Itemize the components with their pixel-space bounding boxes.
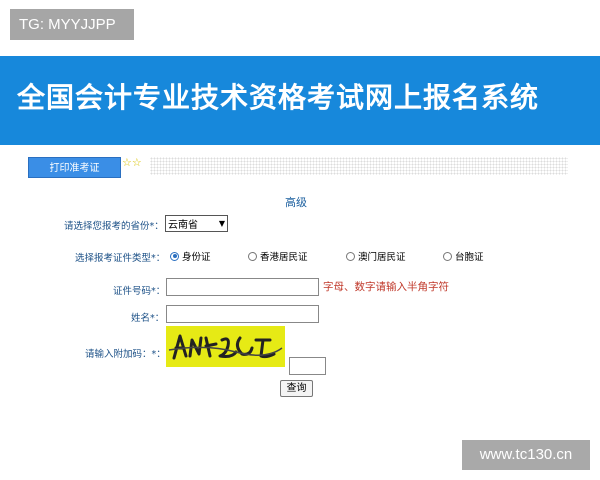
watermark-top: TG: MYYJJPP xyxy=(10,9,134,40)
id-type-label: 选择报考证件类型*： xyxy=(75,253,166,264)
radio-button[interactable] xyxy=(248,251,257,261)
watermark-bottom: www.tc130.cn xyxy=(462,440,590,470)
nav-row: 打印准考证 ☆☆ xyxy=(28,157,568,179)
level-title: 高级 xyxy=(285,196,307,209)
radio-id-card[interactable]: 身份证 xyxy=(170,249,211,263)
province-select[interactable]: 云南省 ▼ xyxy=(165,215,228,232)
radio-label: 身份证 xyxy=(182,252,211,263)
header-banner: 全国会计专业技术资格考试网上报名系统 xyxy=(0,56,600,145)
star-icon: ☆☆ xyxy=(122,156,142,169)
radio-label: 香港居民证 xyxy=(260,252,308,263)
radio-button[interactable] xyxy=(346,251,355,261)
radio-label: 台胞证 xyxy=(455,252,484,263)
id-number-label: 证件号码*： xyxy=(113,286,166,297)
province-label: 请选择您报考的省份*： xyxy=(64,221,164,232)
radio-taiwan[interactable]: 台胞证 xyxy=(443,249,484,263)
captcha-image xyxy=(166,326,285,367)
province-selected-value: 云南省 xyxy=(168,220,198,231)
system-title: 全国会计专业技术资格考试网上报名系统 xyxy=(17,81,540,114)
id-number-input[interactable] xyxy=(166,278,319,296)
tab-print-admission-ticket[interactable]: 打印准考证 xyxy=(28,157,121,178)
radio-button[interactable] xyxy=(443,251,452,261)
name-input[interactable] xyxy=(166,305,319,323)
query-button[interactable]: 查询 xyxy=(280,380,313,397)
name-label: 姓名*： xyxy=(131,313,165,324)
radio-macau[interactable]: 澳门居民证 xyxy=(346,249,406,263)
radio-hongkong[interactable]: 香港居民证 xyxy=(248,249,308,263)
radio-button-checked[interactable] xyxy=(170,251,179,261)
captcha-label: 请输入附加码：*： xyxy=(85,349,166,360)
chevron-down-icon: ▼ xyxy=(218,219,225,228)
dotted-divider xyxy=(150,157,568,175)
captcha-input[interactable] xyxy=(289,357,326,375)
radio-label: 澳门居民证 xyxy=(358,252,406,263)
id-number-hint: 字母、数字请输入半角字符 xyxy=(323,281,449,293)
